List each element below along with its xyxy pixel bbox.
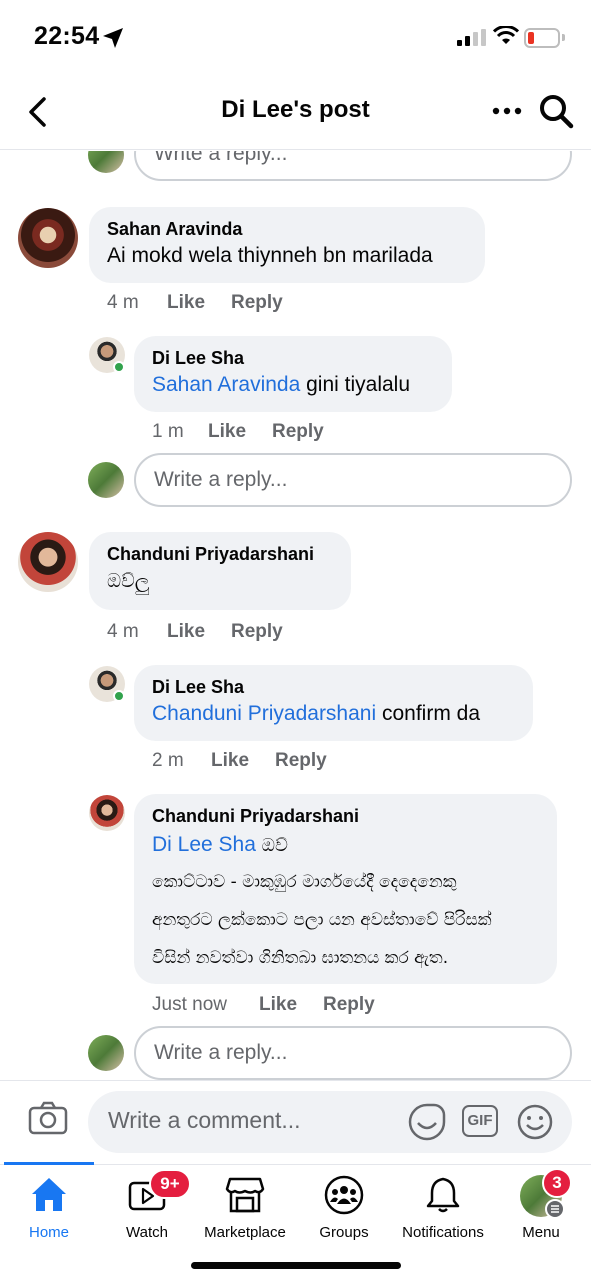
reply-placeholder: Write a reply... [154, 1041, 288, 1064]
reply-text-body: ඔව් [255, 835, 288, 856]
tab-notifications[interactable]: Notifications [388, 1175, 498, 1247]
reply-button[interactable]: Reply [231, 292, 283, 314]
camera-icon[interactable] [28, 1101, 68, 1135]
tab-label: Groups [319, 1224, 369, 1241]
current-user-avatar [88, 151, 124, 173]
comment-author[interactable]: Sahan Aravinda [107, 217, 467, 241]
like-button[interactable]: Like [211, 750, 275, 772]
bell-icon [426, 1177, 460, 1213]
reply-text-line: අනතුරට ලක්කොට පලා යන අවස්තාවේ පිරිසක් [152, 910, 492, 930]
search-icon[interactable] [538, 93, 574, 129]
tab-home[interactable]: Home [0, 1175, 104, 1247]
reply-button[interactable]: Reply [231, 621, 283, 643]
reply-placeholder: Write a reply... [154, 468, 288, 491]
mention-link[interactable]: Di Lee Sha [152, 833, 256, 856]
avatar[interactable] [18, 208, 78, 268]
comments-feed[interactable]: Write a reply... Sahan Aravinda Ai mokd … [0, 151, 591, 1080]
post-header: Di Lee's post [0, 76, 591, 150]
reply-bubble[interactable]: Di Lee Sha Chanduni Priyadarshani confir… [134, 665, 533, 741]
reply-button[interactable]: Reply [272, 421, 324, 443]
reply-age: 2 m [152, 750, 184, 771]
reply-text-line: කොට්ටාව - මාකුඹුර මාර්ගයේදී දෙදෙනෙකු [152, 872, 457, 892]
reply-text-body: confirm da [376, 702, 481, 725]
avatar[interactable] [18, 532, 78, 592]
tab-marketplace[interactable]: Marketplace [190, 1175, 300, 1247]
menu-badge: 3 [542, 1168, 572, 1198]
watch-badge: 9+ [149, 1169, 191, 1199]
comment-meta: 4 m Like Reply [107, 292, 283, 314]
tab-label: Notifications [402, 1224, 484, 1241]
status-bar: 22:54 [0, 0, 591, 76]
tab-label: Marketplace [204, 1224, 286, 1241]
like-button[interactable]: Like [167, 621, 231, 643]
status-time: 22:54 [34, 22, 100, 50]
reply-author[interactable]: Chanduni Priyadarshani [152, 804, 539, 828]
tab-label: Watch [126, 1224, 168, 1241]
reply-author[interactable]: Di Lee Sha [152, 675, 515, 699]
menu-hamburger-icon [545, 1199, 565, 1219]
reply-button[interactable]: Reply [323, 994, 375, 1016]
reply-placeholder: Write a reply... [154, 151, 288, 165]
like-button[interactable]: Like [259, 994, 323, 1016]
reply-meta: 1 m Like Reply [152, 421, 324, 443]
reply-text: Chanduni Priyadarshani confirm da [152, 699, 515, 729]
reply-author[interactable]: Di Lee Sha [152, 346, 434, 370]
online-status-dot [113, 690, 125, 702]
mention-link[interactable]: Chanduni Priyadarshani [152, 702, 376, 725]
reply-button[interactable]: Reply [275, 750, 327, 772]
reply-meta: 2 m Like Reply [152, 750, 327, 772]
current-user-avatar [88, 462, 124, 498]
battery-icon [524, 28, 560, 48]
current-user-avatar [88, 1035, 124, 1071]
reply-age: Just now [152, 994, 227, 1015]
comment-composer: Write a comment... GIF [0, 1080, 591, 1164]
reply-meta: Just now Like Reply [152, 994, 375, 1016]
like-button[interactable]: Like [167, 292, 231, 314]
comment-text: Ai mokd wela thiynneh bn marilada [107, 244, 433, 267]
reply-text: Sahan Aravinda gini tiyalalu [152, 370, 434, 400]
more-options-icon[interactable] [490, 98, 524, 124]
active-tab-indicator [4, 1162, 94, 1165]
avatar[interactable] [89, 795, 125, 831]
comment-meta: 4 m Like Reply [107, 621, 283, 643]
wifi-icon [493, 26, 519, 44]
mention-link[interactable]: Sahan Aravinda [152, 373, 300, 396]
location-arrow-icon [103, 28, 123, 48]
groups-icon [324, 1175, 364, 1215]
comment-age: 4 m [107, 621, 139, 642]
comment-author[interactable]: Chanduni Priyadarshani [107, 542, 333, 566]
gif-button[interactable]: GIF [462, 1105, 498, 1137]
cellular-signal-icon [457, 29, 486, 46]
tab-label: Home [28, 1224, 69, 1241]
reply-age: 1 m [152, 421, 184, 442]
reply-bubble[interactable]: Di Lee Sha Sahan Aravinda gini tiyalalu [134, 336, 452, 412]
comment-bubble[interactable]: Sahan Aravinda Ai mokd wela thiynneh bn … [89, 207, 485, 283]
reply-text: Di Lee Sha ඔව් [152, 830, 539, 861]
home-indicator [191, 1262, 401, 1269]
reply-input[interactable]: Write a reply... [134, 453, 572, 507]
reply-text-body: gini tiyalalu [300, 373, 411, 396]
like-button[interactable]: Like [208, 421, 272, 443]
reply-bubble[interactable]: Chanduni Priyadarshani Di Lee Sha ඔව් කො… [134, 794, 557, 984]
tab-menu[interactable]: Menu [486, 1175, 591, 1247]
comment-input[interactable]: Write a comment... GIF [88, 1091, 572, 1153]
sticker-icon[interactable] [408, 1103, 446, 1141]
online-status-dot [113, 361, 125, 373]
comment-text: ඔව්ලු [107, 570, 150, 592]
emoji-icon[interactable] [516, 1103, 554, 1141]
home-icon [32, 1178, 66, 1211]
comment-age: 4 m [107, 292, 139, 313]
comment-placeholder: Write a comment... [108, 1107, 301, 1133]
marketplace-icon [225, 1177, 265, 1213]
reply-input[interactable]: Write a reply... [134, 1026, 572, 1080]
tab-groups[interactable]: Groups [289, 1175, 399, 1247]
battery-tip [562, 34, 565, 41]
tab-label: Menu [522, 1224, 560, 1241]
reply-text-line: විසින් නවත්වා ගිනිතබා ඝාතනය කර ඇත. [152, 948, 449, 968]
comment-bubble[interactable]: Chanduni Priyadarshani ඔව්ලු [89, 532, 351, 610]
reply-input[interactable]: Write a reply... [134, 151, 572, 181]
